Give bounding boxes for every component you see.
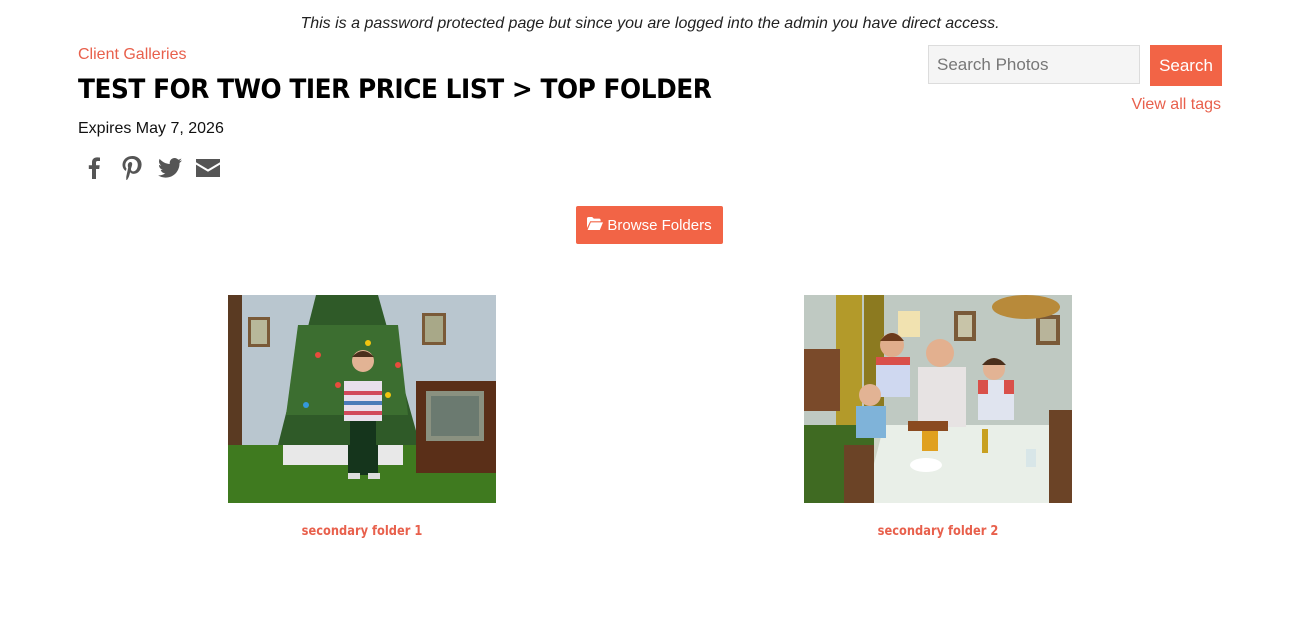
folder-open-icon (587, 216, 604, 234)
folder-thumbnail-family-dinner[interactable] (804, 295, 1072, 503)
breadcrumb-client-galleries[interactable]: Client Galleries (78, 46, 186, 64)
folder-link[interactable]: secondary folder 1 (244, 524, 480, 539)
view-all-tags-link[interactable]: View all tags (1131, 96, 1221, 114)
folder-thumbnail-christmas-tree[interactable] (228, 295, 496, 503)
page-title: TEST FOR TWO TIER PRICE LIST > TOP FOLDE… (78, 74, 712, 105)
folder-card: secondary folder 2 (804, 295, 1072, 539)
folder-card: secondary folder 1 (228, 295, 496, 539)
facebook-icon[interactable] (82, 156, 106, 180)
email-icon[interactable] (196, 156, 220, 180)
browse-folders-label: Browse Folders (607, 216, 712, 234)
search-button[interactable]: Search (1150, 45, 1222, 86)
pinterest-icon[interactable] (120, 156, 144, 180)
share-buttons (82, 156, 220, 180)
password-notice: This is a password protected page but si… (300, 15, 1000, 32)
expiry-date: Expires May 7, 2026 (78, 120, 224, 137)
twitter-icon[interactable] (158, 156, 182, 180)
folder-link[interactable]: secondary folder 2 (820, 524, 1056, 539)
browse-folders-button[interactable]: Browse Folders (576, 206, 723, 244)
search-photos-input[interactable] (928, 45, 1140, 84)
